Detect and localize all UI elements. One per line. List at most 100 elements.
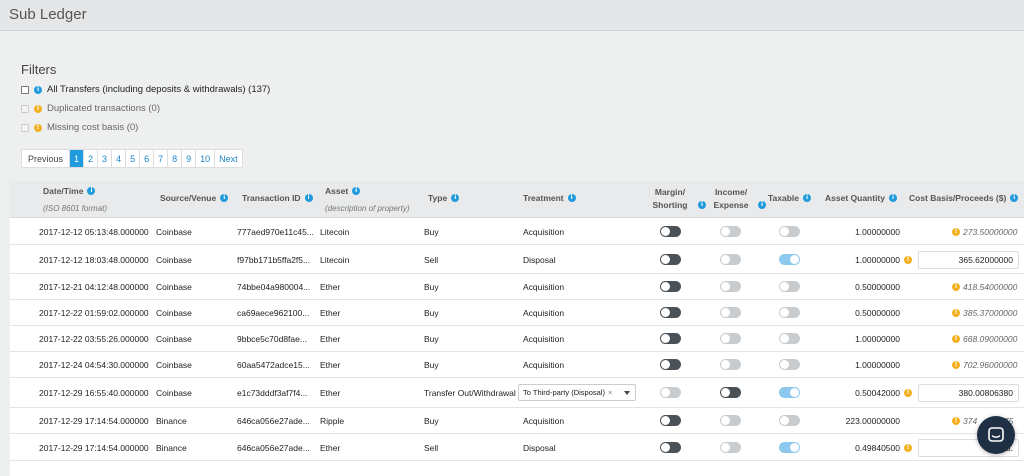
pagination-page[interactable]: 3: [98, 150, 113, 167]
col-taxable-label: Taxable: [768, 193, 800, 203]
table-header: Date/Time i (ISO 8601 format) Source/Venu…: [10, 181, 1024, 218]
col-income[interactable]: Income/Expense: [712, 186, 750, 212]
margin-toggle[interactable]: [660, 254, 681, 265]
income-toggle[interactable]: [720, 333, 741, 344]
clear-icon[interactable]: ×: [608, 388, 612, 397]
table-row[interactable]: 2017-12-29 17:14:54.000000 Binance 646ca05…: [10, 434, 1024, 461]
filter-duplicated-checkbox[interactable]: [21, 104, 29, 113]
warning-icon: !: [952, 283, 960, 291]
cell-quantity: 0.50042000: [855, 388, 900, 398]
taxable-toggle[interactable]: [779, 307, 800, 318]
income-toggle[interactable]: [720, 226, 741, 237]
pagination-page[interactable]: 2: [84, 150, 99, 167]
col-quantity[interactable]: Asset Quantity i: [825, 193, 897, 203]
pagination-page[interactable]: 8: [168, 150, 183, 167]
chat-button[interactable]: [977, 416, 1015, 454]
cost-basis-input[interactable]: 380.00806380: [918, 384, 1019, 402]
warning-icon: !: [34, 104, 42, 113]
margin-toggle[interactable]: [660, 333, 681, 344]
col-taxable[interactable]: Taxable i: [768, 193, 812, 203]
col-asset[interactable]: Asset i: [325, 186, 361, 196]
col-margin[interactable]: Margin/Shorting: [651, 186, 689, 212]
cell-treatment: Disposal: [523, 255, 556, 265]
margin-toggle[interactable]: [660, 442, 681, 453]
pagination-next[interactable]: Next: [215, 150, 242, 167]
income-toggle[interactable]: [720, 254, 741, 265]
cell-source: Coinbase: [156, 227, 192, 237]
col-cost-label: Cost Basis/Proceeds ($): [909, 193, 1007, 203]
col-income-label: Income/: [714, 187, 748, 197]
col-txid[interactable]: Transaction ID i: [242, 193, 313, 203]
taxable-toggle[interactable]: [779, 333, 800, 344]
toggle-knob: [780, 416, 789, 425]
taxable-toggle[interactable]: [779, 226, 800, 237]
cell-quantity: 1.00000000: [855, 255, 900, 265]
cell-quantity: 1.00000000: [855, 227, 900, 237]
cell-type: Buy: [424, 308, 439, 318]
cost-basis-text: 668.09000000: [963, 334, 1018, 344]
pagination-page[interactable]: 10: [196, 150, 216, 167]
cell-asset: Ether: [320, 388, 341, 398]
margin-toggle[interactable]: [660, 281, 681, 292]
income-toggle[interactable]: [720, 359, 741, 370]
col-datetime[interactable]: Date/Time i: [43, 186, 96, 196]
margin-toggle[interactable]: [660, 226, 681, 237]
cell-asset: Ether: [320, 334, 341, 344]
taxable-toggle[interactable]: [779, 281, 800, 292]
taxable-toggle[interactable]: [779, 387, 800, 398]
cell-datetime: 2017-12-12 05:13:48.000000: [39, 227, 149, 237]
filter-all-transfers-checkbox[interactable]: [21, 85, 29, 94]
table-row[interactable]: 2017-12-21 04:12:48.000000 Coinbase 74bbe0…: [10, 274, 1024, 300]
treatment-select[interactable]: To Third-party (Disposal) ×: [518, 384, 636, 401]
filter-duplicated[interactable]: ! Duplicated transactions (0): [21, 103, 160, 114]
income-toggle[interactable]: [720, 281, 741, 292]
table-row[interactable]: 2017-12-24 04:54:30.000000 Coinbase 60aa54…: [10, 352, 1024, 378]
col-treatment[interactable]: Treatment i: [523, 193, 576, 203]
taxable-toggle[interactable]: [779, 415, 800, 426]
table-row[interactable]: 2017-12-29 17:14:54.000000 Binance 646ca05…: [10, 408, 1024, 434]
cell-quantity: 0.50000000: [855, 308, 900, 318]
pagination-page[interactable]: 1: [70, 150, 85, 167]
table-row[interactable]: 2017-12-22 03:55:26.000000 Coinbase 9bbce5…: [10, 326, 1024, 352]
warning-icon: !: [952, 228, 960, 236]
taxable-toggle[interactable]: [779, 442, 800, 453]
taxable-toggle[interactable]: [779, 359, 800, 370]
cell-treatment: Acquisition: [523, 282, 565, 292]
income-toggle[interactable]: [720, 307, 741, 318]
toggle-knob: [780, 308, 789, 317]
toggle-knob: [721, 308, 730, 317]
income-toggle[interactable]: [720, 442, 741, 453]
filter-all-transfers[interactable]: i All Transfers (including deposits & wi…: [21, 84, 270, 95]
chevron-down-icon[interactable]: [624, 391, 630, 395]
cell-txid: 60aa5472adce15...: [237, 360, 310, 370]
margin-toggle[interactable]: [660, 359, 681, 370]
pagination-previous[interactable]: Previous: [22, 150, 71, 167]
filter-missing-cost-checkbox[interactable]: [21, 123, 29, 132]
table-row[interactable]: 2017-12-12 05:13:48.000000 Coinbase 777aed…: [10, 218, 1024, 245]
table-row[interactable]: 2017-12-12 18:03:48.000000 Coinbase f97bb1…: [10, 245, 1024, 274]
income-toggle[interactable]: [720, 387, 741, 398]
table-row[interactable]: 2017-12-29 16:55:40.000000 Coinbase e1c73d…: [10, 378, 1024, 408]
info-icon: i: [87, 187, 96, 195]
pagination-page[interactable]: 4: [112, 150, 127, 167]
pagination-page[interactable]: 9: [182, 150, 197, 167]
margin-toggle[interactable]: [660, 387, 681, 398]
toggle-knob: [661, 334, 670, 343]
cost-basis-input[interactable]: 365.62000000: [918, 251, 1019, 269]
cell-datetime: 2017-12-24 04:54:30.000000: [39, 360, 149, 370]
pagination-page[interactable]: 6: [140, 150, 155, 167]
pagination-page[interactable]: 5: [126, 150, 141, 167]
pagination-page[interactable]: 7: [154, 150, 169, 167]
filter-missing-cost[interactable]: ! Missing cost basis (0): [21, 122, 138, 133]
taxable-toggle[interactable]: [779, 254, 800, 265]
margin-toggle[interactable]: [660, 415, 681, 426]
col-source[interactable]: Source/Venue i: [160, 193, 229, 203]
margin-toggle[interactable]: [660, 307, 681, 318]
cell-asset: Ether: [320, 360, 341, 370]
cell-treatment: Acquisition: [523, 360, 565, 370]
table-row[interactable]: 2017-12-22 01:59:02.000000 Coinbase ca69ae…: [10, 300, 1024, 326]
col-type[interactable]: Type i: [428, 193, 460, 203]
col-cost[interactable]: Cost Basis/Proceeds ($) i: [909, 193, 1019, 203]
income-toggle[interactable]: [720, 415, 741, 426]
col-datetime-sub: (ISO 8601 format): [43, 204, 108, 213]
